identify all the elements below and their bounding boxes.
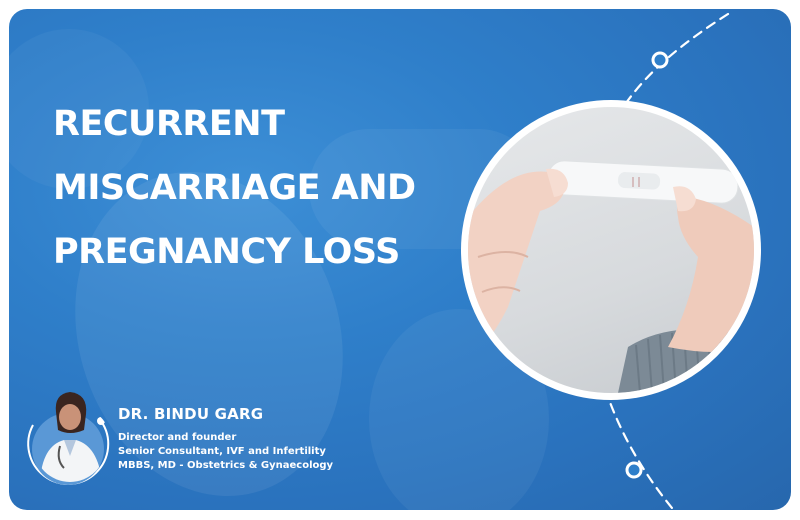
hero-photo [461,100,761,400]
doctor-name: DR. BINDU GARG [118,405,264,423]
doctor-credential: Senior Consultant, IVF and Infertility [118,446,326,457]
doctor-credential: MBBS, MD - Obstetrics & Gynaecology [118,460,334,471]
avatar [34,390,106,482]
doctor-credential: Director and founder [118,432,237,443]
doctor-portrait-icon [40,392,102,482]
arc-node-icon [651,51,669,69]
arc-node-icon [625,461,643,479]
pregnancy-test-photo-icon [468,160,754,393]
